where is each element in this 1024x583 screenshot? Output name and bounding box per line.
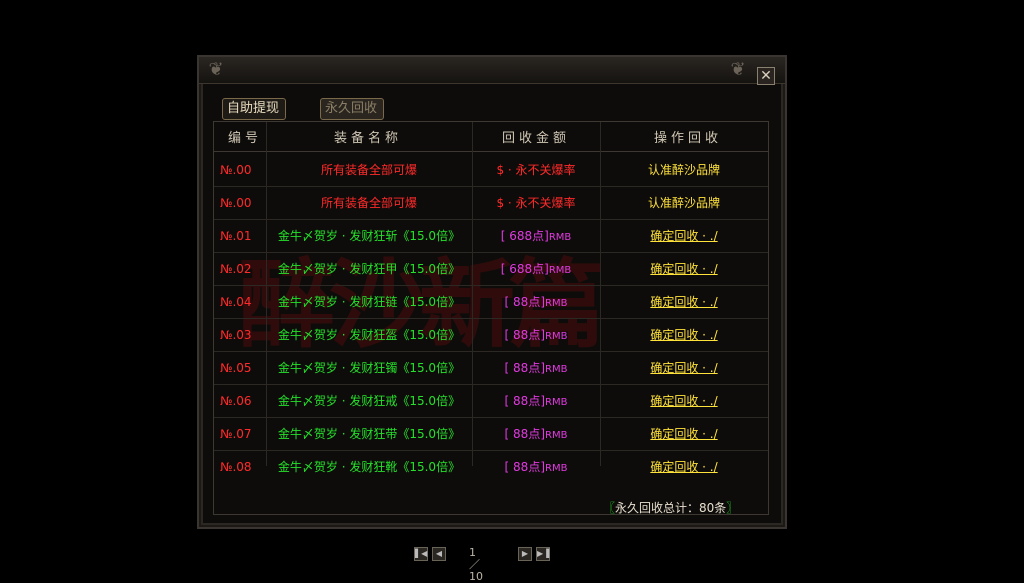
row-price-unit: RMB bbox=[545, 331, 568, 342]
row-item-name: 金牛〆贺岁 · 发财狂盔《15.0倍》 bbox=[277, 328, 461, 342]
row-price-unit: RMB bbox=[545, 364, 568, 375]
row-price: [ 88点]RMB bbox=[472, 286, 600, 318]
row-price-unit: RMB bbox=[548, 265, 572, 276]
header-name: 装备名称 bbox=[334, 131, 403, 146]
row-price: [ 688点]RMB bbox=[472, 220, 600, 252]
total-bracket-right: 〗 bbox=[726, 501, 739, 515]
last-page-icon[interactable]: ▶▐ bbox=[536, 547, 550, 561]
table-body: №.00 所有装备全部可爆 $ · 永不关爆率 认准醉沙品牌 №.00 所有装备全部可爆 $… bbox=[214, 154, 768, 483]
ornament-left-icon: ❦ bbox=[208, 59, 224, 80]
table-row: №.03 金牛〆贺岁 · 发财狂盔《15.0倍》[ 88点]RMB 确定回收 · .… bbox=[214, 319, 768, 352]
next-page-icon[interactable]: ▶ bbox=[518, 547, 532, 561]
table-header: 编号 装备名称 回收金额 操作回收 bbox=[214, 122, 768, 152]
row-price-value: [ 688点] bbox=[500, 229, 549, 243]
row-item-name: 金牛〆贺岁 · 发财狂链《15.0倍》 bbox=[277, 295, 461, 309]
row-item-name: 所有装备全部可爆 bbox=[320, 196, 417, 210]
row-price: [ 88点]RMB bbox=[472, 352, 600, 384]
table-row: №.08 金牛〆贺岁 · 发财狂靴《15.0倍》[ 88点]RMB 确定回收 · .… bbox=[214, 451, 768, 483]
recycle-window: ❦ ❦ ✕ 醉沙新篇 自助提现 永久回收 编号 装备名称 回收金额 操作回收 №… bbox=[197, 55, 787, 583]
page-indicator: 1／10 bbox=[469, 546, 483, 583]
row-item-name: 金牛〆贺岁 · 发财狂甲《15.0倍》 bbox=[277, 262, 461, 276]
header-price: 回收金额 bbox=[502, 131, 571, 146]
table-row: №.00 所有装备全部可爆 $ · 永不关爆率 认准醉沙品牌 bbox=[214, 187, 768, 220]
row-id: №.06 bbox=[220, 394, 252, 408]
recycle-total: 〖永久回收总计：80条〗 bbox=[603, 499, 738, 516]
confirm-recycle-link[interactable]: 确定回收 · ./ bbox=[600, 319, 768, 351]
row-item-name: 金牛〆贺岁 · 发财狂镯《15.0倍》 bbox=[277, 361, 461, 375]
table-row: №.06 金牛〆贺岁 · 发财狂戒《15.0倍》[ 88点]RMB 确定回收 · .… bbox=[214, 385, 768, 418]
row-price-value: $ · 永不关爆率 bbox=[496, 163, 576, 177]
row-id: №.05 bbox=[220, 361, 252, 375]
total-bracket-left: 〖 bbox=[603, 501, 616, 515]
table-row: №.05 金牛〆贺岁 · 发财狂镯《15.0倍》[ 88点]RMB 确定回收 · .… bbox=[214, 352, 768, 385]
row-id: №.04 bbox=[220, 295, 252, 309]
row-price: $ · 永不关爆率 bbox=[472, 187, 600, 219]
table-row: №.07 金牛〆贺岁 · 发财狂带《15.0倍》[ 88点]RMB 确定回收 · .… bbox=[214, 418, 768, 451]
row-price-value: [ 88点] bbox=[504, 460, 545, 474]
confirm-recycle-link[interactable]: 确定回收 · ./ bbox=[600, 286, 768, 318]
table-row: №.00 所有装备全部可爆 $ · 永不关爆率 认准醉沙品牌 bbox=[214, 154, 768, 187]
row-id: №.00 bbox=[220, 196, 252, 210]
row-price-value: $ · 永不关爆率 bbox=[496, 196, 576, 210]
row-price-unit: RMB bbox=[545, 430, 568, 441]
confirm-recycle-link[interactable]: 确定回收 · ./ bbox=[600, 253, 768, 285]
row-id: №.00 bbox=[220, 163, 252, 177]
row-price-unit: RMB bbox=[545, 298, 568, 309]
confirm-recycle-link[interactable]: 确定回收 · ./ bbox=[600, 352, 768, 384]
row-item-name: 金牛〆贺岁 · 发财狂带《15.0倍》 bbox=[277, 427, 461, 441]
table-row: №.01 金牛〆贺岁 · 发财狂斩《15.0倍》[ 688点]RMB 确定回收 · … bbox=[214, 220, 768, 253]
row-price-value: [ 88点] bbox=[504, 394, 545, 408]
row-item-name: 金牛〆贺岁 · 发财狂靴《15.0倍》 bbox=[277, 460, 461, 474]
row-price-unit: RMB bbox=[545, 397, 568, 408]
first-page-icon[interactable]: ▌◀ bbox=[414, 547, 428, 561]
row-id: №.07 bbox=[220, 427, 252, 441]
row-brand-note: 认准醉沙品牌 bbox=[647, 163, 720, 177]
confirm-recycle-link[interactable]: 确定回收 · ./ bbox=[600, 385, 768, 417]
row-price-value: [ 88点] bbox=[504, 361, 545, 375]
row-item-name: 金牛〆贺岁 · 发财狂斩《15.0倍》 bbox=[277, 229, 461, 243]
title-bar: ❦ ❦ bbox=[199, 57, 785, 84]
row-price-unit: RMB bbox=[545, 463, 568, 474]
close-button[interactable]: ✕ bbox=[757, 67, 775, 85]
row-price: $ · 永不关爆率 bbox=[472, 154, 600, 186]
table-row: №.04 金牛〆贺岁 · 发财狂链《15.0倍》[ 88点]RMB 确定回收 · .… bbox=[214, 286, 768, 319]
prev-page-icon[interactable]: ◀ bbox=[432, 547, 446, 561]
header-action: 操作回收 bbox=[654, 131, 723, 146]
total-label: 永久回收总计：80条 bbox=[615, 501, 727, 515]
ornament-right-icon: ❦ bbox=[730, 59, 746, 80]
confirm-recycle-link[interactable]: 确定回收 · ./ bbox=[600, 220, 768, 252]
table-row: №.02 金牛〆贺岁 · 发财狂甲《15.0倍》[ 688点]RMB 确定回收 · … bbox=[214, 253, 768, 286]
row-price-value: [ 88点] bbox=[504, 295, 545, 309]
row-id: №.03 bbox=[220, 328, 252, 342]
row-price: [ 688点]RMB bbox=[472, 253, 600, 285]
row-price-value: [ 88点] bbox=[504, 328, 545, 342]
row-price: [ 88点]RMB bbox=[472, 418, 600, 450]
row-id: №.02 bbox=[220, 262, 252, 276]
recycle-table: 编号 装备名称 回收金额 操作回收 №.00 所有装备全部可爆 $ · 永不关爆率认… bbox=[213, 121, 769, 583]
confirm-recycle-link[interactable]: 确定回收 · ./ bbox=[600, 451, 768, 483]
tab-self-withdraw[interactable]: 自助提现 bbox=[222, 98, 286, 120]
confirm-recycle-link[interactable]: 确定回收 · ./ bbox=[600, 418, 768, 450]
row-id: №.01 bbox=[220, 229, 252, 243]
header-id: 编号 bbox=[228, 131, 263, 146]
row-brand-note: 认准醉沙品牌 bbox=[647, 196, 720, 210]
row-price: [ 88点]RMB bbox=[472, 451, 600, 483]
row-price-value: [ 688点] bbox=[500, 262, 549, 276]
row-item-name: 金牛〆贺岁 · 发财狂戒《15.0倍》 bbox=[277, 394, 461, 408]
row-id: №.08 bbox=[220, 460, 252, 474]
row-item-name: 所有装备全部可爆 bbox=[320, 163, 417, 177]
row-price-unit: RMB bbox=[548, 232, 572, 243]
row-price: [ 88点]RMB bbox=[472, 385, 600, 417]
row-price: [ 88点]RMB bbox=[472, 319, 600, 351]
row-price-value: [ 88点] bbox=[504, 427, 545, 441]
tab-permanent-recycle[interactable]: 永久回收 bbox=[320, 98, 384, 120]
